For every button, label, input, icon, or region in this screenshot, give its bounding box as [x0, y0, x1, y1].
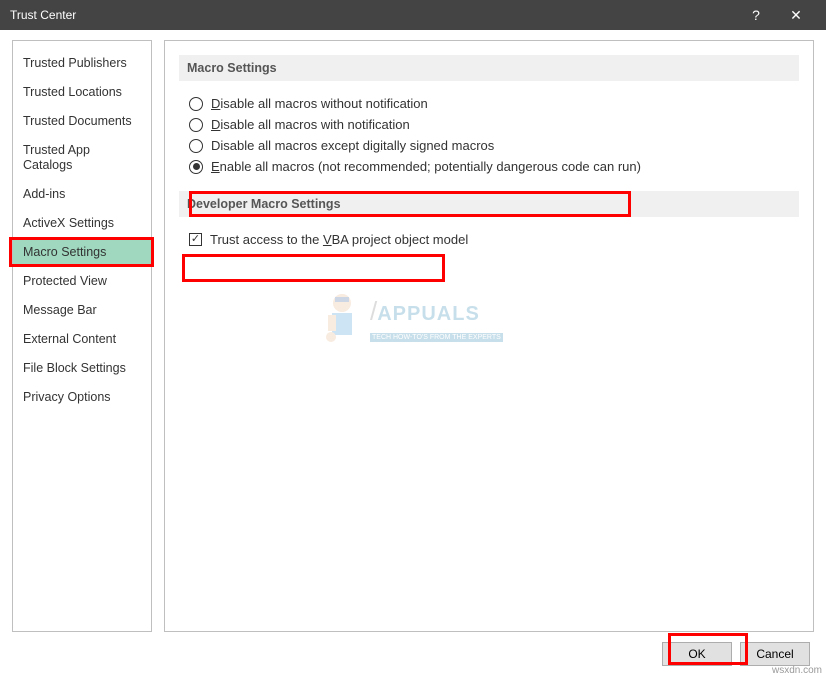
- radio-icon: [189, 139, 203, 153]
- checkbox-icon: [189, 233, 202, 246]
- radio-label: Disable all macros except digitally sign…: [211, 138, 494, 153]
- radio-label: Disable all macros with notification: [211, 117, 410, 132]
- macro-settings-heading: Macro Settings: [179, 55, 799, 81]
- close-icon[interactable]: ✕: [776, 7, 816, 24]
- sidebar-item-trusted-app-catalogs[interactable]: Trusted App Catalogs: [13, 136, 151, 180]
- attribution-text: wsxdn.com: [772, 665, 822, 676]
- developer-settings-heading: Developer Macro Settings: [179, 191, 799, 217]
- sidebar-item-protected-view[interactable]: Protected View: [13, 267, 151, 296]
- radio-disable-with-notify[interactable]: Disable all macros with notification: [179, 114, 799, 135]
- window-title: Trust Center: [10, 8, 736, 22]
- checkbox-trust-vba[interactable]: Trust access to the VBA project object m…: [179, 229, 799, 250]
- sidebar: Trusted Publishers Trusted Locations Tru…: [12, 40, 152, 632]
- radio-icon: [189, 160, 203, 174]
- sidebar-item-macro-settings[interactable]: Macro Settings: [13, 238, 151, 267]
- sidebar-item-privacy-options[interactable]: Privacy Options: [13, 383, 151, 412]
- radio-disable-signed[interactable]: Disable all macros except digitally sign…: [179, 135, 799, 156]
- radio-icon: [189, 118, 203, 132]
- sidebar-item-external-content[interactable]: External Content: [13, 325, 151, 354]
- sidebar-item-trusted-publishers[interactable]: Trusted Publishers: [13, 49, 151, 78]
- sidebar-item-activex-settings[interactable]: ActiveX Settings: [13, 209, 151, 238]
- watermark: /APPUALS TECH HOW-TO'S FROM THE EXPERTS: [320, 291, 520, 381]
- cancel-button[interactable]: Cancel: [740, 642, 810, 666]
- radio-label: Disable all macros without notification: [211, 96, 428, 111]
- dialog-footer: OK Cancel: [0, 638, 826, 678]
- checkbox-label: Trust access to the VBA project object m…: [210, 232, 468, 247]
- ok-button[interactable]: OK: [662, 642, 732, 666]
- sidebar-item-add-ins[interactable]: Add-ins: [13, 180, 151, 209]
- radio-label: Enable all macros (not recommended; pote…: [211, 159, 641, 174]
- sidebar-item-message-bar[interactable]: Message Bar: [13, 296, 151, 325]
- main-panel: Macro Settings Disable all macros withou…: [164, 40, 814, 632]
- help-icon[interactable]: ?: [736, 7, 776, 23]
- titlebar: Trust Center ? ✕: [0, 0, 826, 30]
- sidebar-item-trusted-documents[interactable]: Trusted Documents: [13, 107, 151, 136]
- sidebar-item-file-block-settings[interactable]: File Block Settings: [13, 354, 151, 383]
- radio-enable-all[interactable]: Enable all macros (not recommended; pote…: [179, 156, 799, 177]
- sidebar-item-trusted-locations[interactable]: Trusted Locations: [13, 78, 151, 107]
- radio-disable-no-notify[interactable]: Disable all macros without notification: [179, 93, 799, 114]
- radio-icon: [189, 97, 203, 111]
